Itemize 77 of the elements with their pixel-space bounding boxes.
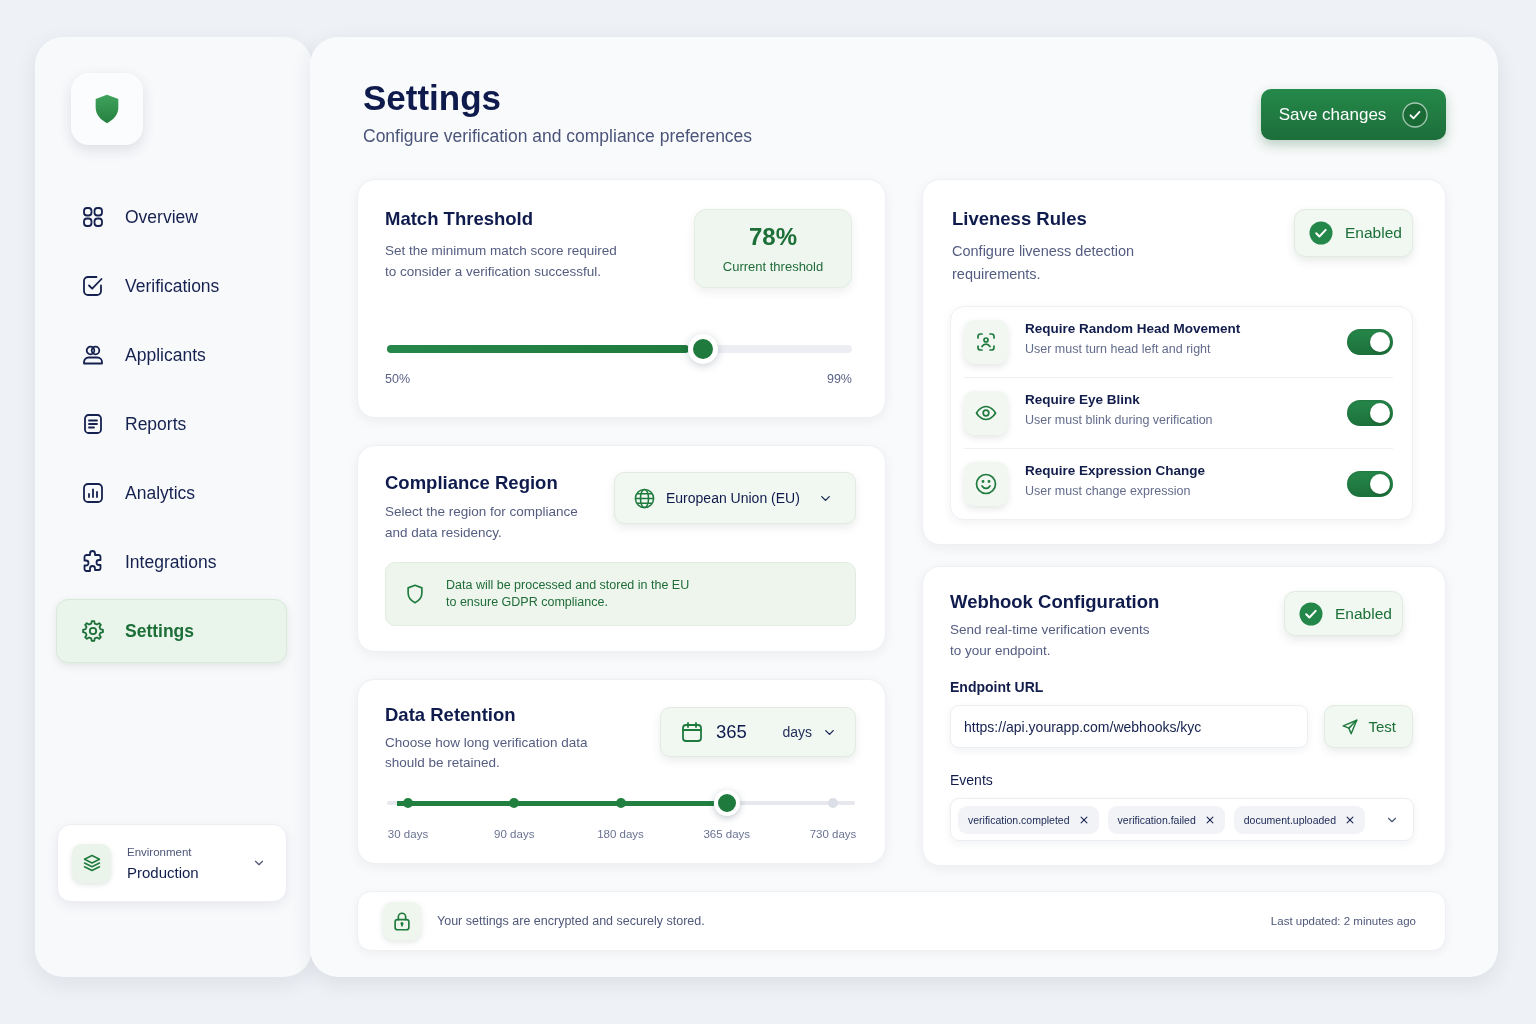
scale-label: 30 days bbox=[387, 827, 429, 842]
page-title: Settings bbox=[363, 77, 503, 119]
remove-icon[interactable] bbox=[1204, 814, 1215, 825]
toggle-switch[interactable] bbox=[1347, 471, 1393, 497]
rule-title: Require Random Head Movement bbox=[1025, 320, 1242, 338]
rule-title: Require Expression Change bbox=[1025, 462, 1207, 480]
event-chip[interactable]: document.uploaded bbox=[1233, 805, 1366, 834]
card-description: Configure liveness detection requirements. bbox=[952, 242, 1135, 284]
threshold-value: 78% bbox=[748, 223, 797, 251]
test-button[interactable]: Test bbox=[1323, 705, 1413, 748]
face-scan-icon bbox=[964, 320, 1008, 364]
check-circle-icon bbox=[1309, 221, 1333, 245]
slider-tick bbox=[828, 798, 838, 808]
range-max-label: 99% bbox=[826, 371, 852, 387]
security-note: Your settings are encrypted and securely stored. bbox=[437, 914, 705, 928]
nav-item[interactable]: Analytics bbox=[56, 461, 287, 525]
card-description: Choose how long verification data should be retained. bbox=[385, 734, 588, 772]
scale-label: 730 days bbox=[809, 827, 857, 842]
rule-title: Require Eye Blink bbox=[1025, 391, 1141, 409]
url-input[interactable]: https://api.yourapp.com/webhooks/kyc bbox=[950, 705, 1308, 748]
field-label: Endpoint URL bbox=[950, 678, 1045, 696]
status-button[interactable]: Enabled bbox=[1284, 591, 1403, 636]
layers-icon bbox=[72, 843, 111, 883]
card-description: Set the minimum match score required to consider a verification successful. bbox=[385, 242, 617, 281]
check-circle-icon bbox=[1402, 101, 1429, 128]
rule-description: User must change expression bbox=[1025, 483, 1192, 500]
page-subtitle: Configure verification and compliance preferences bbox=[363, 126, 753, 147]
field-label: Events bbox=[950, 771, 994, 789]
card-description: Send real-time verification events to your endpoint. bbox=[950, 621, 1151, 660]
events-select[interactable]: verification.completed verification.failed document.uploaded bbox=[950, 798, 1414, 841]
remove-icon[interactable] bbox=[1078, 814, 1089, 825]
shield-icon bbox=[404, 582, 426, 606]
card-title: Compliance Region bbox=[385, 471, 559, 495]
send-icon bbox=[1340, 717, 1359, 736]
status-button[interactable]: Enabled bbox=[1294, 209, 1413, 257]
environment-selector[interactable]: Environment Production bbox=[57, 824, 287, 902]
lock-icon bbox=[383, 902, 421, 940]
checkbox-icon bbox=[81, 274, 105, 298]
scale-label: 365 days bbox=[703, 827, 751, 842]
grid-icon bbox=[81, 205, 105, 229]
document-icon bbox=[81, 412, 105, 436]
card-title: Data Retention bbox=[385, 703, 517, 727]
scale-label: 180 days bbox=[597, 827, 644, 842]
event-chip[interactable]: verification.completed bbox=[958, 805, 1099, 834]
range-min-label: 50% bbox=[385, 371, 411, 387]
nav-item[interactable]: Settings bbox=[56, 599, 287, 663]
last-updated-text: Last updated: 2 minutes ago bbox=[1270, 915, 1416, 927]
calendar-icon bbox=[680, 720, 704, 744]
region-select[interactable]: European Union (EU) bbox=[614, 472, 856, 524]
card-title: Webhook Configuration bbox=[950, 590, 1160, 614]
eye-icon bbox=[964, 391, 1008, 435]
toggle-switch[interactable] bbox=[1347, 400, 1393, 426]
threshold-caption: Current threshold bbox=[722, 259, 824, 274]
shield-logo-icon bbox=[71, 73, 143, 145]
check-circle-icon bbox=[1299, 601, 1323, 626]
rule-description: User must turn head left and right bbox=[1025, 341, 1212, 358]
nav-item[interactable]: Overview bbox=[56, 185, 287, 249]
nav-item[interactable]: Reports bbox=[56, 392, 287, 456]
nav-item[interactable]: Integrations bbox=[56, 530, 287, 594]
card-title: Match Threshold bbox=[385, 207, 534, 231]
scale-label: 90 days bbox=[494, 827, 535, 842]
nav-item[interactable]: Verifications bbox=[56, 254, 287, 318]
card-description: Select the region for compliance and data residency. bbox=[385, 503, 578, 542]
chart-icon bbox=[81, 481, 105, 505]
globe-icon bbox=[633, 486, 656, 510]
nav-item[interactable]: Applicants bbox=[56, 323, 287, 387]
smile-icon bbox=[964, 462, 1008, 506]
notice-text: Data will be processed and stored in the EU to ensure GDPR compliance. bbox=[446, 577, 690, 611]
card-title: Liveness Rules bbox=[952, 207, 1088, 231]
save-button[interactable]: Save changes bbox=[1261, 89, 1446, 140]
rule-description: User must blink during verification bbox=[1025, 412, 1214, 429]
users-icon bbox=[81, 343, 105, 367]
gear-icon bbox=[81, 619, 105, 643]
toggle-switch[interactable] bbox=[1347, 329, 1393, 355]
retention-select[interactable]: 365 days bbox=[660, 707, 856, 757]
event-chip[interactable]: verification.failed bbox=[1107, 805, 1225, 834]
remove-icon[interactable] bbox=[1345, 814, 1356, 825]
